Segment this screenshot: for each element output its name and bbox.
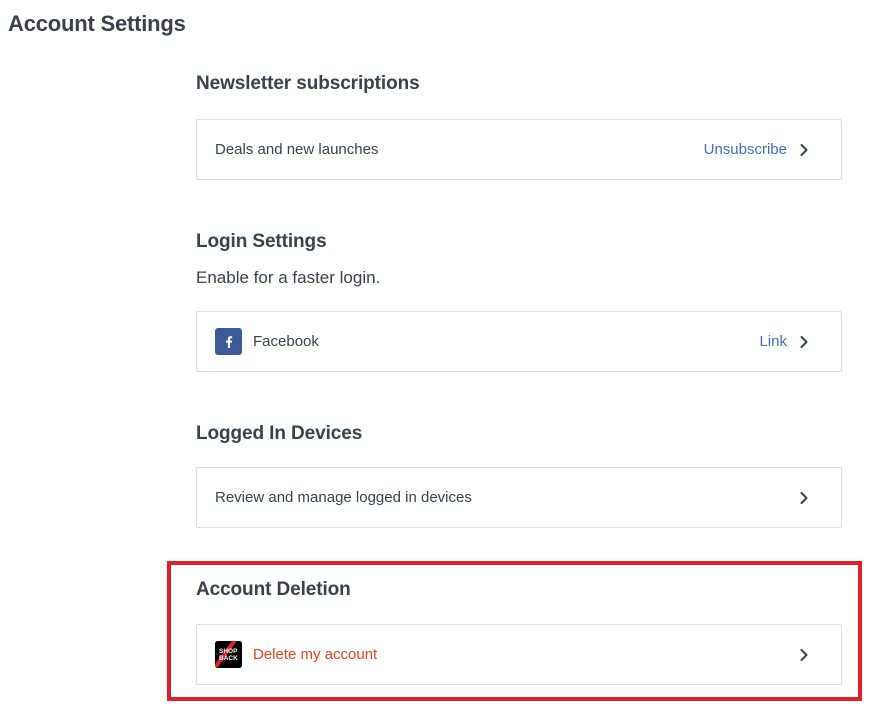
logged-in-devices-row[interactable]: Review and manage logged in devices: [196, 467, 842, 528]
shopback-logo: SHOP BACK: [215, 641, 242, 668]
chevron-right-icon: [800, 648, 808, 661]
facebook-f-glyph: [225, 335, 232, 348]
shopback-logo-art: SHOP BACK: [215, 641, 242, 668]
delete-account-row[interactable]: SHOP BACK Delete my account: [196, 624, 842, 685]
delete-account-label: Delete my account: [253, 646, 378, 663]
unsubscribe-link[interactable]: Unsubscribe: [704, 141, 787, 158]
chevron-right-icon: [800, 143, 808, 156]
newsletter-deals-label: Deals and new launches: [215, 141, 379, 158]
chevron-right-icon: [800, 335, 808, 348]
page-title: Account Settings: [8, 11, 186, 36]
facebook-link-action[interactable]: Link: [759, 333, 787, 350]
facebook-icon: [215, 328, 242, 355]
svg-text:BACK: BACK: [219, 655, 238, 662]
logged-in-devices-label: Review and manage logged in devices: [215, 489, 472, 506]
facebook-login-row[interactable]: Facebook Link: [196, 311, 842, 372]
deletion-section-title: Account Deletion: [196, 579, 351, 600]
login-section-title: Login Settings: [196, 231, 327, 252]
newsletter-section-title: Newsletter subscriptions: [196, 73, 420, 94]
login-section-subtitle: Enable for a faster login.: [196, 268, 381, 287]
devices-section-title: Logged In Devices: [196, 423, 363, 444]
chevron-right-icon: [800, 491, 808, 504]
facebook-label: Facebook: [253, 333, 319, 350]
svg-text:SHOP: SHOP: [219, 648, 238, 655]
newsletter-deals-row[interactable]: Deals and new launches Unsubscribe: [196, 119, 842, 180]
